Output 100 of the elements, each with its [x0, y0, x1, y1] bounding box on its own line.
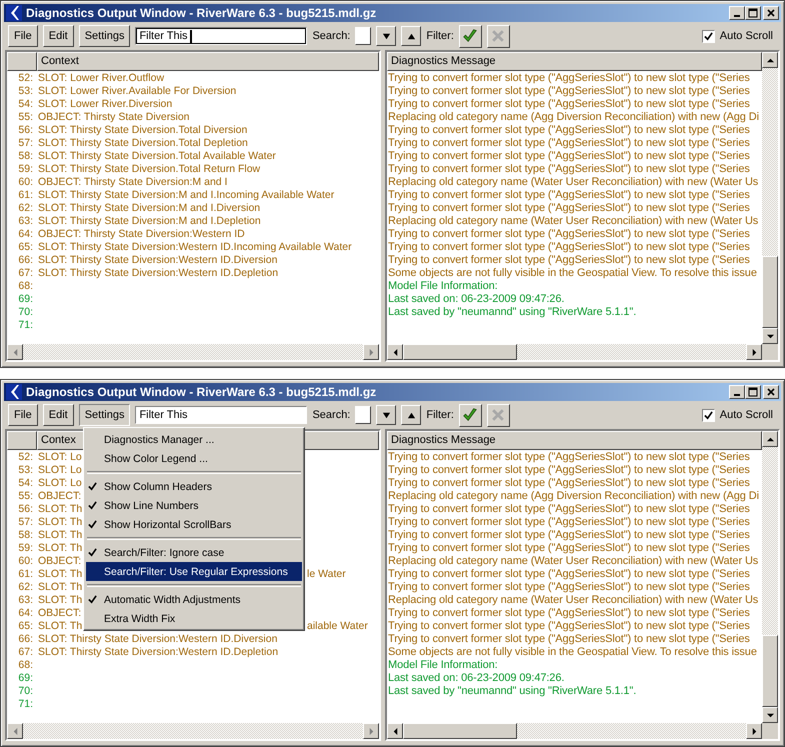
menu-button[interactable]: Edit [42, 25, 74, 47]
search-down-button[interactable] [376, 405, 396, 425]
maximize-button[interactable] [745, 385, 761, 399]
scrollbar-corner [762, 344, 778, 360]
scroll-thumb[interactable] [403, 723, 517, 739]
search-label: Search: [312, 30, 350, 42]
context-text: SLOT: Lo [38, 464, 82, 477]
close-button[interactable] [763, 385, 779, 399]
scroll-left-button[interactable] [387, 344, 403, 360]
x-icon [490, 407, 506, 423]
line-number: 63: [17, 215, 33, 228]
line-number: 54: [17, 477, 33, 490]
scroll-left-button[interactable] [7, 723, 23, 739]
triangle-right-icon [750, 348, 758, 356]
line-number: 60: [17, 176, 33, 189]
context-text: SLOT: Th [38, 516, 82, 529]
context-text: SLOT: Thirsty State Diversion:M and I.Depletion [38, 215, 261, 228]
line-number: 63: [17, 594, 33, 607]
line-number: 56: [17, 124, 33, 137]
triangle-right-icon [368, 728, 374, 734]
filter-field[interactable]: Filter This [135, 406, 308, 424]
message-text: Trying to convert former slot type ("AggSeriesSlot") to new slot type ("Series [387, 150, 750, 163]
message-text: Last saved by "neumannd" using "RiverWare 5.1.1". [387, 685, 636, 698]
line-number: 65: [17, 241, 33, 254]
scroll-down-button[interactable] [762, 707, 778, 723]
menu-button[interactable]: Edit [42, 404, 74, 426]
menu-item[interactable]: Show Line Numbers [86, 496, 302, 515]
message-text: Trying to convert former slot type ("AggSeriesSlot") to new slot type ("Series [387, 633, 750, 646]
menu-item[interactable]: Search/Filter: Ignore case [86, 543, 302, 562]
maximize-button[interactable] [745, 6, 761, 20]
line-number: 61: [17, 189, 33, 202]
menu-button[interactable]: File [8, 404, 38, 426]
scroll-right-button[interactable] [746, 723, 762, 739]
scroll-right-button[interactable] [363, 723, 379, 739]
search-down-button[interactable] [376, 26, 396, 46]
minimize-button[interactable] [729, 385, 745, 399]
context-text: SLOT: Lower River.Outflow [38, 72, 164, 85]
message-text: Trying to convert former slot type ("AggSeriesSlot") to new slot type ("Series [387, 241, 750, 254]
message-text: Trying to convert former slot type ("AggSeriesSlot") to new slot type ("Series [387, 516, 750, 529]
close-button[interactable] [763, 6, 779, 20]
line-number: 59: [17, 163, 33, 176]
auto-scroll-checkbox[interactable]: Auto Scroll [702, 408, 773, 422]
minimize-button[interactable] [729, 6, 745, 20]
checkmark-icon [704, 32, 713, 40]
search-field[interactable] [355, 406, 372, 424]
scroll-up-button[interactable] [762, 431, 778, 447]
scroll-right-button[interactable] [746, 344, 762, 360]
menu-item[interactable]: Show Horizontal ScrollBars [86, 515, 302, 534]
context-text: SLOT: Th [38, 542, 82, 555]
minimize-icon [734, 15, 740, 17]
message-text: Replacing old category name (Water User Reconciliation) with new (Water Us [387, 555, 758, 568]
apply-filter-button[interactable] [458, 24, 482, 48]
message-text: Replacing old category name (Agg Diversion Reconciliation) with new (Agg Di [387, 111, 759, 124]
scroll-thumb[interactable] [762, 635, 778, 707]
menu-item[interactable]: Extra Width Fix [86, 609, 302, 628]
context-text: le Water [307, 568, 346, 581]
line-number: 56: [17, 503, 33, 516]
search-up-button[interactable] [401, 405, 422, 425]
vertical-scrollbar[interactable] [762, 52, 778, 360]
menu-button[interactable]: Settings [78, 25, 130, 47]
context-text: SLOT: Th [38, 620, 82, 633]
scroll-left-button[interactable] [7, 344, 23, 360]
horizontal-scrollbar[interactable] [7, 344, 379, 360]
horizontal-scrollbar[interactable] [387, 723, 762, 739]
menu-item[interactable]: Show Color Legend ... [86, 449, 302, 468]
line-number: 70: [17, 685, 33, 698]
apply-filter-button[interactable] [458, 404, 482, 426]
menu-button[interactable]: Settings [78, 404, 130, 426]
line-number: 66: [17, 254, 33, 267]
horizontal-scrollbar[interactable] [7, 723, 379, 739]
context-text: SLOT: Th [38, 568, 82, 581]
menu-item[interactable]: Search/Filter: Use Regular Expressions [86, 562, 302, 581]
message-text: Model File Information: [387, 659, 498, 672]
message-text: Some objects are not fully visible in the Geospatial View. To resolve this issue [387, 267, 757, 280]
message-text: Last saved on: 06-23-2009 09:47:26. [387, 672, 564, 685]
search-field[interactable] [355, 27, 372, 45]
scroll-down-button[interactable] [762, 328, 778, 344]
scroll-thumb[interactable] [403, 344, 517, 360]
checkbox[interactable] [702, 408, 715, 422]
scroll-thumb[interactable] [762, 256, 778, 328]
scroll-right-button[interactable] [363, 344, 379, 360]
line-number: 61: [17, 568, 33, 581]
triangle-right-icon [368, 348, 374, 356]
scroll-up-button[interactable] [762, 52, 778, 68]
menu-item[interactable]: Automatic Width Adjustments [86, 590, 302, 609]
message-text: Trying to convert former slot type ("AggSeriesSlot") to new slot type ("Series [387, 503, 750, 516]
minimize-icon [734, 394, 740, 396]
vertical-scrollbar[interactable] [762, 431, 778, 739]
menu-item[interactable]: Show Column Headers [86, 477, 302, 496]
filter-field[interactable]: Filter This [135, 27, 308, 45]
search-up-button[interactable] [401, 26, 422, 46]
line-number: 66: [17, 633, 33, 646]
filter-label: Filter: [426, 409, 454, 421]
checkmark-icon [704, 410, 713, 420]
scroll-left-button[interactable] [387, 723, 403, 739]
menu-button[interactable]: File [8, 25, 38, 47]
auto-scroll-checkbox[interactable]: Auto Scroll [702, 30, 773, 42]
checkbox[interactable] [702, 30, 715, 42]
menu-item[interactable]: Diagnostics Manager ... [86, 430, 302, 449]
horizontal-scrollbar[interactable] [387, 344, 762, 360]
